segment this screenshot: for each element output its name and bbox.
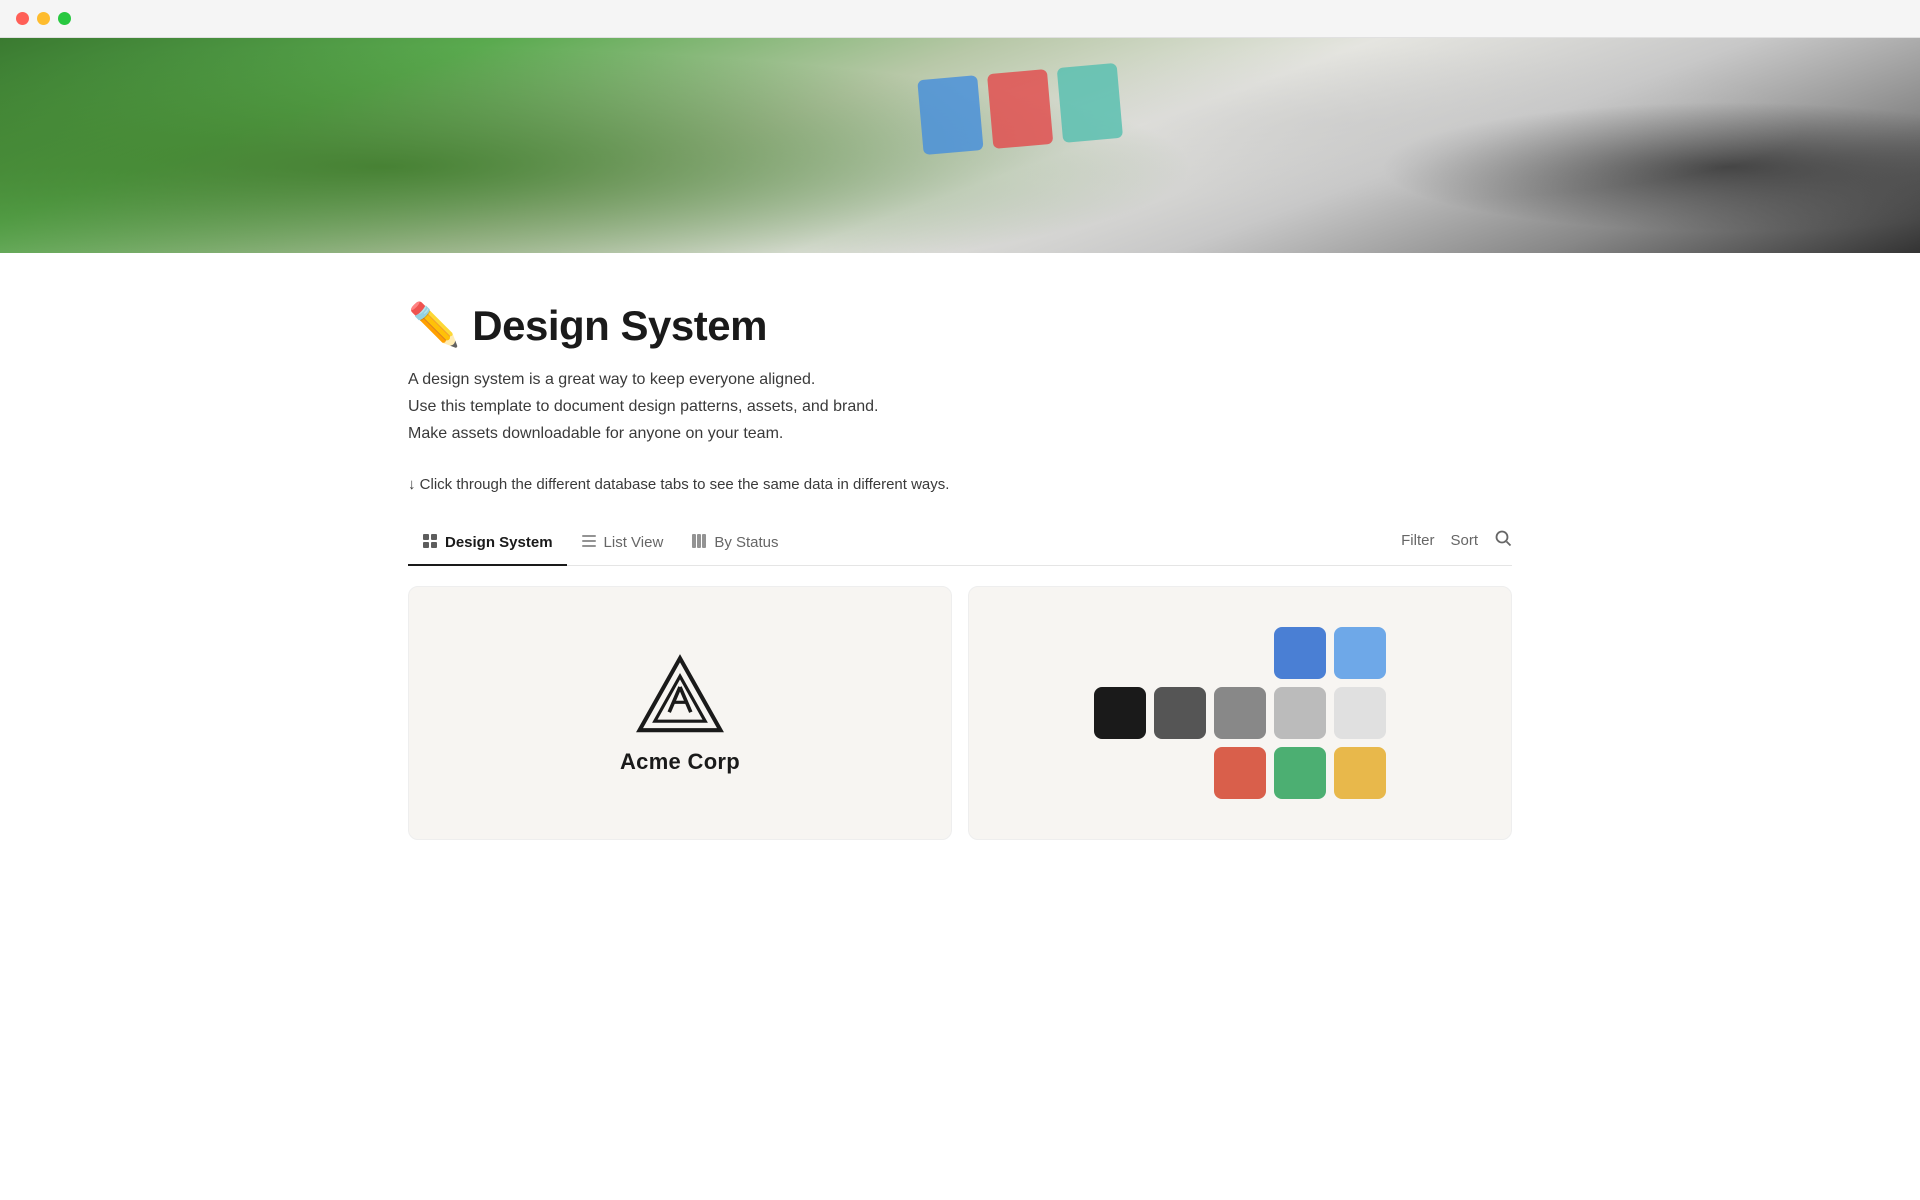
page-header: ✏️ Design System A design system is a gr…: [408, 253, 1512, 525]
swatch-yellow: [1334, 747, 1386, 799]
sort-button[interactable]: Sort: [1450, 532, 1478, 549]
swatch-mid-gray: [1214, 687, 1266, 739]
acme-company-name: Acme Corp: [620, 749, 740, 775]
tab-by-status[interactable]: By Status: [677, 525, 792, 566]
swatches-row-2: [1094, 687, 1386, 739]
tab-list-view-label: List View: [604, 534, 664, 551]
grid-icon: [422, 533, 438, 552]
tab-design-system-label: Design System: [445, 534, 553, 551]
page-emoji: ✏️: [408, 301, 460, 350]
tabs-right: Filter Sort: [1401, 529, 1512, 560]
swatch-light-gray: [1274, 687, 1326, 739]
swatch-pale-gray: [1334, 687, 1386, 739]
tabs-bar: Design System List View: [408, 525, 1512, 566]
swatches-row-1: [1274, 627, 1386, 679]
search-button[interactable]: [1494, 529, 1512, 552]
page-title: Design System: [472, 302, 767, 350]
minimize-button[interactable]: [37, 12, 50, 25]
description-line-1: A design system is a great way to keep e…: [408, 366, 1512, 393]
page-hint: ↓ Click through the different database t…: [408, 476, 1512, 493]
filter-button[interactable]: Filter: [1401, 532, 1434, 549]
hero-banner: [0, 38, 1920, 253]
swatches-content: [1054, 587, 1426, 839]
close-button[interactable]: [16, 12, 29, 25]
tab-list-view[interactable]: List View: [567, 525, 678, 566]
hero-card-teal: [1057, 63, 1123, 143]
tabs-left: Design System List View: [408, 525, 1401, 565]
acme-logo-svg: [635, 651, 725, 741]
swatch-blue-light: [1334, 627, 1386, 679]
hero-card-red: [987, 69, 1053, 149]
swatch-red: [1214, 747, 1266, 799]
card-color-palette[interactable]: [968, 586, 1512, 840]
main-content: ✏️ Design System A design system is a gr…: [260, 253, 1660, 840]
tab-design-system[interactable]: Design System: [408, 525, 567, 566]
swatch-black: [1094, 687, 1146, 739]
swatch-dark-gray: [1154, 687, 1206, 739]
swatch-blue-dark: [1274, 627, 1326, 679]
card-acme-corp[interactable]: Acme Corp: [408, 586, 952, 840]
swatch-green: [1274, 747, 1326, 799]
acme-content: Acme Corp: [580, 611, 780, 815]
columns-icon: [691, 533, 707, 552]
swatches-row-3: [1214, 747, 1386, 799]
list-icon: [581, 533, 597, 552]
tab-by-status-label: By Status: [714, 534, 778, 551]
titlebar: [0, 0, 1920, 38]
hero-card-blue: [917, 75, 983, 155]
maximize-button[interactable]: [58, 12, 71, 25]
page-title-row: ✏️ Design System: [408, 301, 1512, 350]
gallery-grid: Acme Corp: [408, 586, 1512, 840]
description-line-3: Make assets downloadable for anyone on y…: [408, 420, 1512, 447]
description-line-2: Use this template to document design pat…: [408, 393, 1512, 420]
page-description: A design system is a great way to keep e…: [408, 366, 1512, 448]
